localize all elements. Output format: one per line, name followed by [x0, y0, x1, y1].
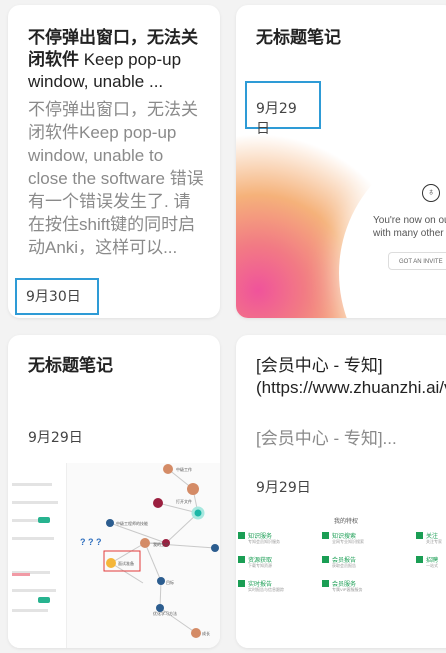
graph-node — [191, 506, 205, 520]
graph-node — [157, 577, 165, 585]
vip-item-desc: 一站式 — [426, 563, 438, 568]
graph-node — [153, 498, 163, 508]
note-title: 无标题笔记 — [28, 356, 113, 375]
node-label: 打开文件 — [176, 498, 192, 504]
graph-node — [211, 544, 219, 552]
realtime-icon — [238, 580, 245, 587]
note-date: 9月30日 — [15, 278, 99, 315]
vip-item-desc: 下载专知资源 — [248, 563, 272, 568]
vip-item-desc: 专属VIP客服服务 — [332, 587, 363, 592]
note-date: 9月29日 — [245, 81, 321, 137]
note-card-4[interactable]: [会员中心 - 专知](https://www.zhuanzhi.ai/vipP… — [236, 335, 446, 648]
mindmap-graph: 中级工作 打开文件 中级工程师的技能 我的工作 面试准备 目标 优化学习方法 成… — [12, 464, 219, 638]
follow-icon — [416, 532, 423, 539]
graph-node-selected — [106, 558, 116, 568]
note-card-3[interactable]: 无标题笔记 9月29日 中级工作 打开文件 中级工程师的技能 我的工作 面试准备… — [8, 335, 220, 648]
vip-item-desc: 关注专家 — [426, 539, 442, 544]
note-thumbnail: ♁ You're now on our with many other g GO… — [236, 135, 446, 318]
note-card-1[interactable]: 不停弹出窗口，无法关闭软件 Keep pop-up window, unable… — [8, 5, 220, 318]
recruit-icon — [416, 556, 423, 563]
graph-node — [187, 483, 199, 495]
node-label: 我的工作 — [153, 541, 169, 547]
vip-item-desc: 实时报告与信息跟踪 — [248, 587, 284, 592]
vip-item-desc: 全网专业知识搜索 — [332, 539, 364, 544]
node-label: 优化学习方法 — [153, 610, 177, 616]
note-thumbnail: 中级工作 打开文件 中级工程师的技能 我的工作 面试准备 目标 优化学习方法 成… — [8, 463, 220, 648]
search-icon — [322, 532, 329, 539]
question-marks: ? ? ? — [80, 537, 102, 547]
invite-button: GOT AN INVITE — [388, 252, 446, 270]
note-title: 不停弹出窗口，无法关闭软件 Keep pop-up window, unable… — [28, 27, 206, 93]
note-date: 9月29日 — [28, 430, 83, 446]
note-snippet: 不停弹出窗口，无法关闭软件Keep pop-up window, unable … — [28, 100, 204, 257]
graph-node — [191, 628, 201, 638]
graph-node — [163, 464, 173, 474]
service-icon — [322, 580, 329, 587]
graph-node — [140, 538, 150, 548]
note-thumbnail: 我的特权 知识服务 专知会员知识服务 知识搜索 全网专业知识搜索 关注 关注专家… — [236, 510, 446, 648]
node-label: 中级工作 — [176, 466, 192, 472]
thumb-text-line1: You're now on our — [373, 215, 446, 226]
graph-node — [106, 519, 114, 527]
node-label: 中级工程师的技能 — [116, 520, 148, 526]
thumb-text-line2: with many other g — [373, 228, 446, 239]
knowledge-icon — [238, 532, 245, 539]
note-title: 无标题笔记 — [256, 28, 341, 47]
resource-icon — [238, 556, 245, 563]
node-label: 成长 — [202, 630, 210, 636]
node-label: 面试准备 — [118, 560, 134, 566]
note-card-2[interactable]: 无标题笔记 9月29日 ♁ You're now on our with man… — [236, 5, 446, 318]
vip-heading: 我的特权 — [333, 519, 358, 525]
note-snippet: [会员中心 - 专知]... — [256, 429, 397, 448]
note-title: [会员中心 - 专知](https://www.zhuanzhi.ai/vipP… — [256, 356, 446, 397]
vip-item-desc: 专知会员知识服务 — [248, 539, 280, 544]
node-label: 目标 — [166, 579, 174, 585]
app-logo-icon: ♁ — [422, 184, 440, 202]
vip-item-desc: 获取会员报告 — [332, 563, 356, 568]
note-date: 9月29日 — [256, 480, 311, 496]
report-icon — [322, 556, 329, 563]
